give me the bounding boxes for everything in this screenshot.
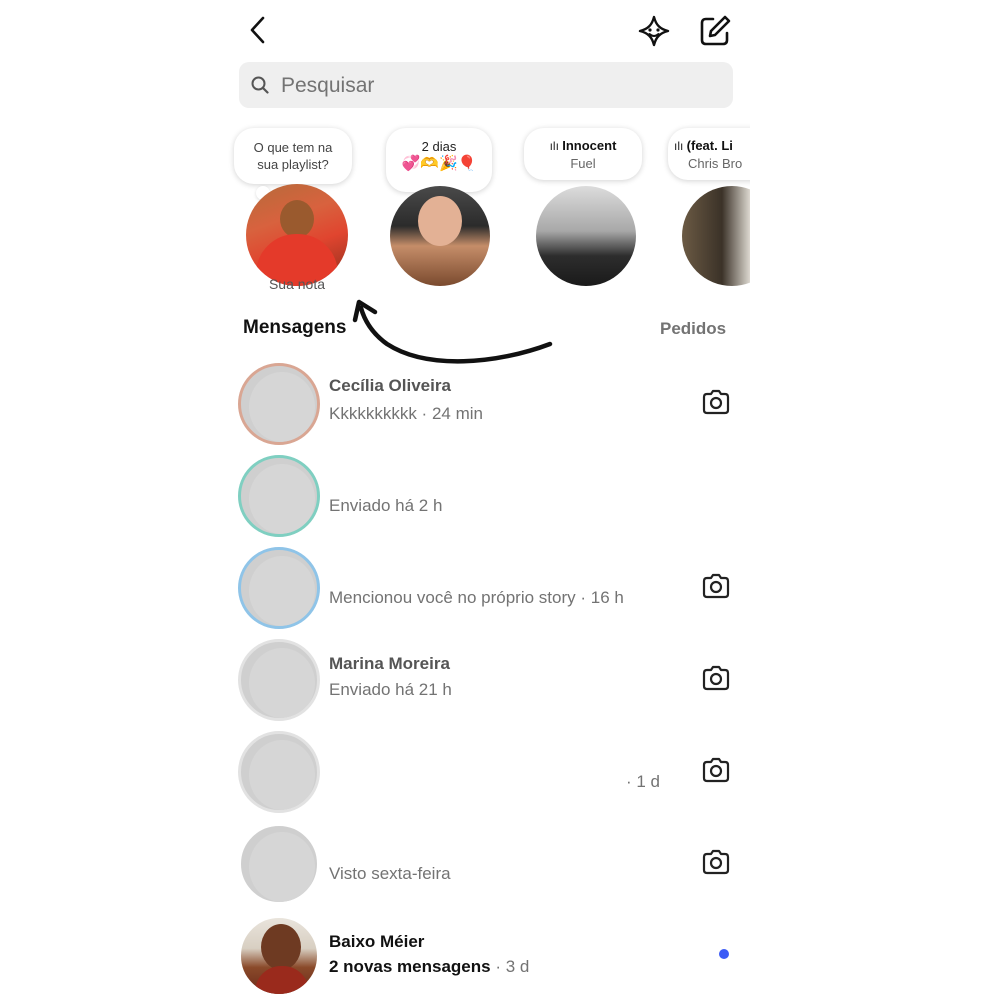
search-input[interactable]: [279, 62, 723, 110]
note-text: O que tem na sua playlist?: [253, 140, 333, 172]
meta-ai-icon[interactable]: [637, 14, 671, 48]
unread-dot-icon: [719, 949, 729, 959]
conversation-row[interactable]: Mencionou você no próprio story · 16 h: [222, 544, 750, 634]
conversation-name: Marina Moreira: [329, 654, 450, 673]
note-friend-1[interactable]: 2 dias 💞🫶🎉🎈: [372, 120, 502, 300]
music-artist: Chris Bro: [688, 156, 743, 171]
note-bubble: 2 dias 💞🫶🎉🎈: [386, 128, 492, 192]
direct-inbox-screen: O que tem na sua playlist? Sua nota 2 di…: [222, 0, 750, 997]
conversation-preview: Visto sexta-feira: [329, 864, 451, 883]
note-bubble: ılı (feat. Li Chris Bro: [668, 128, 750, 180]
conversation-preview: 2 novas mensagens · 3 d: [329, 957, 529, 977]
conversation-preview: Mencionou você no próprio story · 16 h: [329, 588, 624, 607]
note-bubble: ılı Innocent Fuel: [524, 128, 642, 180]
avatar: [238, 731, 320, 813]
music-title: (feat. Li: [686, 138, 733, 153]
search-bar[interactable]: [239, 62, 733, 110]
avatar: [238, 363, 320, 445]
conversation-row[interactable]: Visto sexta-feira: [222, 820, 750, 910]
friend-avatar: [536, 186, 636, 286]
camera-icon[interactable]: [700, 570, 732, 602]
friend-avatar: [390, 186, 490, 286]
conversation-row[interactable]: Baixo Méier 2 novas mensagens · 3 d: [222, 912, 750, 997]
note-bubble: O que tem na sua playlist?: [234, 128, 352, 200]
compose-icon[interactable]: [698, 14, 732, 48]
conversation-row[interactable]: · 1 d: [222, 728, 750, 818]
conversation-time: · 3 d: [495, 957, 530, 976]
conversation-preview: Enviado há 2 h: [329, 496, 443, 515]
music-artist: Fuel: [570, 156, 596, 171]
conversation-time: · 1 d: [626, 772, 661, 791]
search-icon: [251, 76, 269, 94]
conversation-row[interactable]: Enviado há 2 h: [222, 452, 750, 542]
note-friend-3[interactable]: ılı (feat. Li Chris Bro: [668, 120, 750, 300]
conversation-preview: Enviado há 21 h: [329, 680, 452, 699]
requests-link[interactable]: Pedidos: [660, 319, 726, 339]
conversation-row[interactable]: Cecília Oliveira Kkkkkkkkkk · 24 min: [222, 360, 750, 450]
camera-icon[interactable]: [700, 754, 732, 786]
camera-icon[interactable]: [700, 386, 732, 418]
friend-avatar: [682, 186, 750, 286]
camera-icon[interactable]: [700, 662, 732, 694]
note-line-1: 2 dias: [421, 139, 457, 154]
conversation-name: Cecília Oliveira: [329, 376, 451, 395]
avatar: [238, 823, 320, 905]
note-line-2: 💞🫶🎉🎈: [401, 155, 477, 172]
avatar: [238, 639, 320, 721]
avatar: [238, 915, 320, 997]
avatar: [238, 455, 320, 537]
messages-heading: Mensagens: [243, 317, 347, 338]
own-avatar: [246, 184, 348, 286]
conversation-name: Baixo Méier: [329, 932, 425, 951]
unread-preview-text: 2 novas mensagens: [329, 957, 491, 976]
conversation-preview: Kkkkkkkkkk · 24 min: [329, 404, 483, 423]
conversation-row[interactable]: Marina Moreira Enviado há 21 h: [222, 636, 750, 726]
note-label: Sua nota: [268, 276, 326, 292]
note-friend-2[interactable]: ılı Innocent Fuel: [520, 120, 650, 300]
camera-icon[interactable]: [700, 846, 732, 878]
chevron-left-icon[interactable]: [246, 14, 270, 46]
note-own[interactable]: O que tem na sua playlist? Sua nota: [222, 120, 362, 300]
avatar: [238, 547, 320, 629]
music-title: Innocent: [562, 138, 617, 153]
